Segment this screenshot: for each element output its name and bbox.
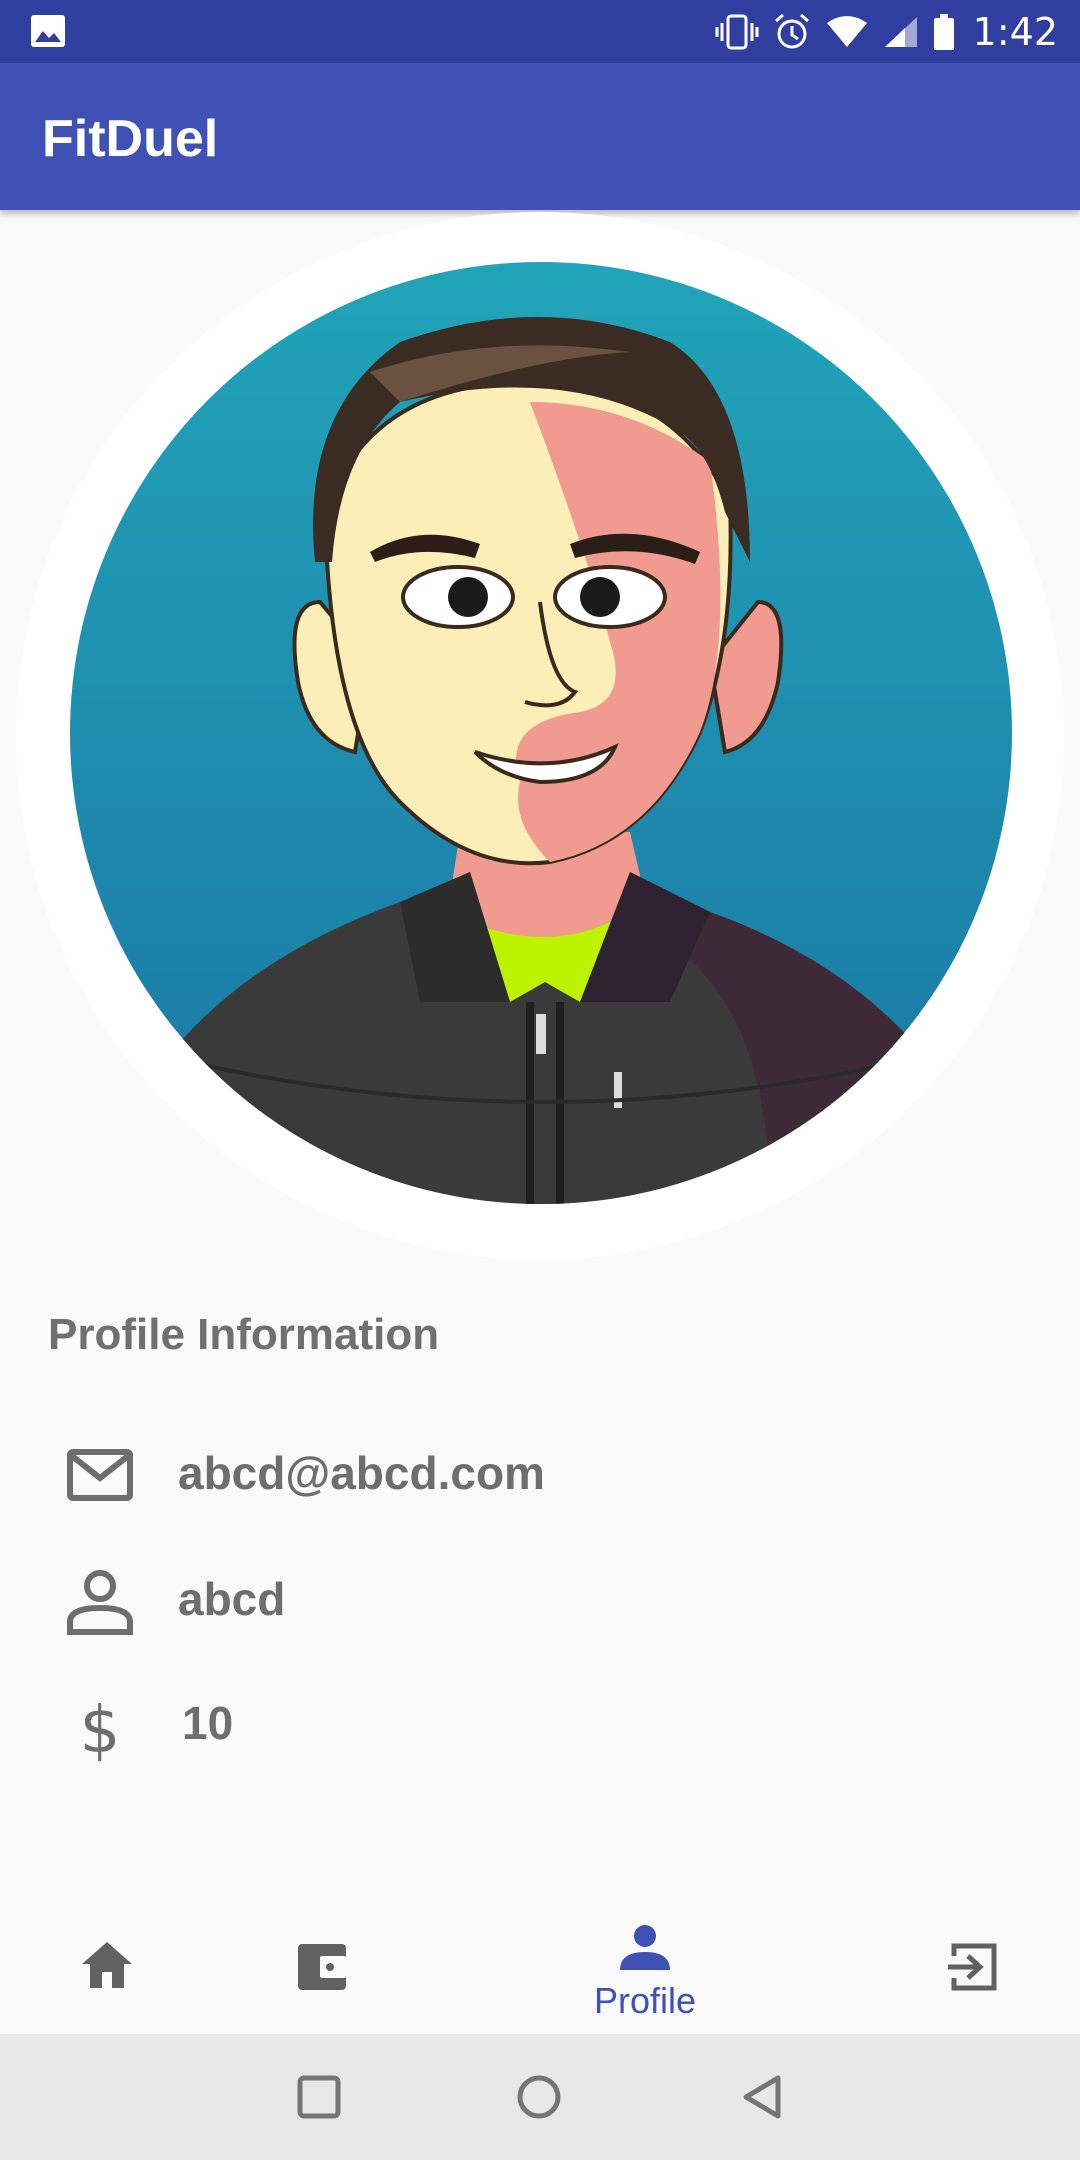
- nav-profile[interactable]: Profile: [560, 1900, 730, 2034]
- recents-button[interactable]: [294, 2072, 344, 2122]
- nav-logout[interactable]: [930, 1900, 1020, 2034]
- svg-text:$: $: [80, 1694, 121, 1762]
- person-icon: [67, 1570, 133, 1635]
- wifi-icon: [826, 15, 867, 47]
- gallery-icon: [31, 15, 65, 47]
- coins-row: $ 10: [0, 1672, 1080, 1772]
- back-button[interactable]: [738, 2072, 788, 2122]
- signal-icon: [884, 16, 917, 47]
- logout-icon: [948, 1943, 997, 1991]
- vibrate-icon: [715, 14, 759, 49]
- battery-icon: [933, 13, 954, 50]
- person-icon: [620, 1925, 670, 1970]
- nav-wallet[interactable]: [278, 1900, 368, 2034]
- home-icon: [82, 1942, 132, 1988]
- section-title: Profile Information: [48, 1310, 440, 1359]
- status-bar: 1:42: [0, 0, 1080, 63]
- bottom-navigation: Profile: [0, 1900, 1080, 2034]
- status-time: 1:42: [972, 9, 1058, 54]
- home-button[interactable]: [514, 2072, 564, 2122]
- email-value: abcd@abcd.com: [178, 1447, 545, 1499]
- wallet-icon: [298, 1944, 346, 1990]
- coins-value: 10: [182, 1697, 234, 1749]
- email-row: abcd@abcd.com: [0, 1422, 1080, 1522]
- status-icons: 1:42: [715, 0, 1058, 63]
- nav-home[interactable]: [64, 1900, 154, 2034]
- username-row: abcd: [0, 1548, 1080, 1648]
- email-icon: [67, 1449, 133, 1501]
- dollar-icon: $: [80, 1694, 121, 1762]
- app-title: FitDuel: [42, 110, 219, 168]
- alarm-icon: [774, 13, 809, 48]
- app-bar: FitDuel: [0, 63, 1080, 210]
- username-value: abcd: [178, 1573, 286, 1625]
- avatar[interactable]: [70, 262, 1012, 1204]
- nav-profile-label: Profile: [593, 1980, 697, 2021]
- system-navigation-bar: [0, 2034, 1080, 2160]
